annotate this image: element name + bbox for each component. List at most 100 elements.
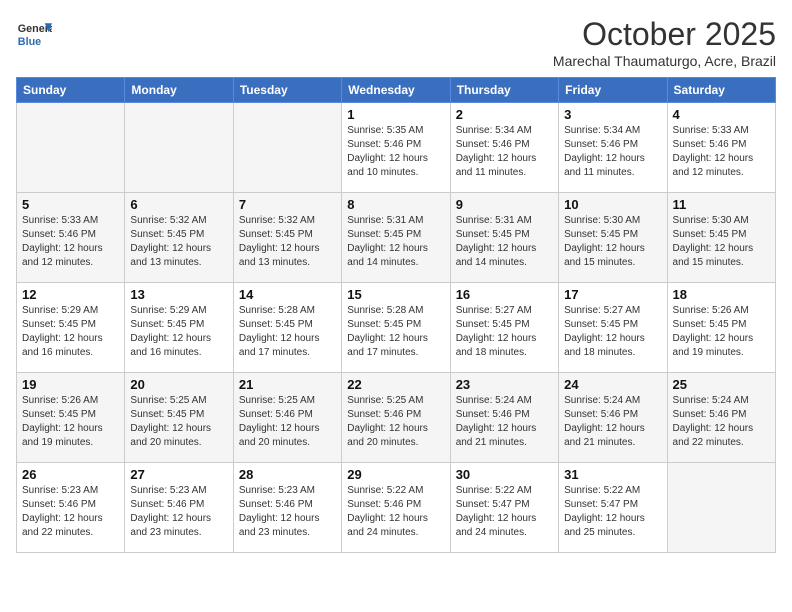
day-info: Sunrise: 5:22 AM Sunset: 5:46 PM Dayligh…: [347, 484, 444, 540]
day-number: 25: [673, 377, 770, 392]
day-number: 13: [130, 287, 227, 302]
day-number: 24: [564, 377, 661, 392]
day-info: Sunrise: 5:33 AM Sunset: 5:46 PM Dayligh…: [673, 124, 770, 180]
day-number: 23: [456, 377, 553, 392]
calendar-cell: 3Sunrise: 5:34 AM Sunset: 5:46 PM Daylig…: [559, 103, 667, 193]
day-info: Sunrise: 5:29 AM Sunset: 5:45 PM Dayligh…: [130, 304, 227, 360]
calendar-cell: 6Sunrise: 5:32 AM Sunset: 5:45 PM Daylig…: [125, 193, 233, 283]
day-info: Sunrise: 5:34 AM Sunset: 5:46 PM Dayligh…: [564, 124, 661, 180]
day-info: Sunrise: 5:22 AM Sunset: 5:47 PM Dayligh…: [456, 484, 553, 540]
calendar-cell: 15 Sunrise: 5:28 AM Sunset: 5:45 PM Dayli…: [342, 283, 450, 373]
day-info: Sunrise: 5:24 AM Sunset: 5:46 PM Dayligh…: [673, 394, 770, 450]
calendar-cell: 10 Sunrise: 5:30 AM Sunset: 5:45 PM Dayli…: [559, 193, 667, 283]
day-number: 15: [347, 287, 444, 302]
day-info: Sunrise: 5:30 AM Sunset: 5:45 PM Dayligh…: [673, 214, 770, 270]
day-info: Sunrise: 5:22 AM Sunset: 5:47 PM Dayligh…: [564, 484, 661, 540]
calendar-table: SundayMondayTuesdayWednesdayThursdayFrid…: [16, 77, 776, 553]
day-info: Sunrise: 5:25 AM Sunset: 5:46 PM Dayligh…: [347, 394, 444, 450]
calendar-cell: 2Sunrise: 5:34 AM Sunset: 5:46 PM Daylig…: [450, 103, 558, 193]
day-info: Sunrise: 5:27 AM Sunset: 5:45 PM Dayligh…: [456, 304, 553, 360]
day-info: Sunrise: 5:24 AM Sunset: 5:46 PM Dayligh…: [564, 394, 661, 450]
page-header: General Blue October 2025 Marechal Thaum…: [16, 16, 776, 69]
calendar-row-4: 26 Sunrise: 5:23 AM Sunset: 5:46 PM Dayli…: [17, 463, 776, 553]
day-number: 2: [456, 107, 553, 122]
day-number: 22: [347, 377, 444, 392]
calendar-cell: 11 Sunrise: 5:30 AM Sunset: 5:45 PM Dayli…: [667, 193, 775, 283]
calendar-cell: [17, 103, 125, 193]
day-info: Sunrise: 5:32 AM Sunset: 5:45 PM Dayligh…: [239, 214, 336, 270]
calendar-cell: 4 Sunrise: 5:33 AM Sunset: 5:46 PM Daylig…: [667, 103, 775, 193]
day-number: 10: [564, 197, 661, 212]
day-number: 20: [130, 377, 227, 392]
calendar-cell: 31Sunrise: 5:22 AM Sunset: 5:47 PM Dayli…: [559, 463, 667, 553]
day-info: Sunrise: 5:30 AM Sunset: 5:45 PM Dayligh…: [564, 214, 661, 270]
location-subtitle: Marechal Thaumaturgo, Acre, Brazil: [553, 53, 776, 69]
calendar-cell: 8Sunrise: 5:31 AM Sunset: 5:45 PM Daylig…: [342, 193, 450, 283]
day-number: 18: [673, 287, 770, 302]
calendar-cell: 22 Sunrise: 5:25 AM Sunset: 5:46 PM Dayli…: [342, 373, 450, 463]
calendar-cell: 23 Sunrise: 5:24 AM Sunset: 5:46 PM Dayli…: [450, 373, 558, 463]
calendar-cell: [667, 463, 775, 553]
calendar-row-2: 12 Sunrise: 5:29 AM Sunset: 5:45 PM Dayli…: [17, 283, 776, 373]
calendar-cell: 21 Sunrise: 5:25 AM Sunset: 5:46 PM Dayli…: [233, 373, 341, 463]
day-number: 21: [239, 377, 336, 392]
calendar-cell: 20 Sunrise: 5:25 AM Sunset: 5:45 PM Dayli…: [125, 373, 233, 463]
day-number: 30: [456, 467, 553, 482]
weekday-header-friday: Friday: [559, 78, 667, 103]
calendar-cell: 13 Sunrise: 5:29 AM Sunset: 5:45 PM Dayli…: [125, 283, 233, 373]
svg-text:Blue: Blue: [18, 36, 41, 48]
calendar-cell: 14 Sunrise: 5:28 AM Sunset: 5:45 PM Dayli…: [233, 283, 341, 373]
day-number: 14: [239, 287, 336, 302]
day-number: 12: [22, 287, 119, 302]
day-number: 28: [239, 467, 336, 482]
calendar-cell: 30 Sunrise: 5:22 AM Sunset: 5:47 PM Dayli…: [450, 463, 558, 553]
day-number: 27: [130, 467, 227, 482]
weekday-header-thursday: Thursday: [450, 78, 558, 103]
day-number: 4: [673, 107, 770, 122]
month-title: October 2025: [553, 16, 776, 53]
calendar-cell: [233, 103, 341, 193]
day-info: Sunrise: 5:26 AM Sunset: 5:45 PM Dayligh…: [673, 304, 770, 360]
logo-icon: General Blue: [16, 16, 52, 52]
day-info: Sunrise: 5:25 AM Sunset: 5:46 PM Dayligh…: [239, 394, 336, 450]
day-info: Sunrise: 5:31 AM Sunset: 5:45 PM Dayligh…: [347, 214, 444, 270]
day-number: 5: [22, 197, 119, 212]
calendar-cell: 16Sunrise: 5:27 AM Sunset: 5:45 PM Dayli…: [450, 283, 558, 373]
weekday-header-monday: Monday: [125, 78, 233, 103]
calendar-cell: 29Sunrise: 5:22 AM Sunset: 5:46 PM Dayli…: [342, 463, 450, 553]
calendar-cell: 25 Sunrise: 5:24 AM Sunset: 5:46 PM Dayli…: [667, 373, 775, 463]
title-section: October 2025 Marechal Thaumaturgo, Acre,…: [553, 16, 776, 69]
calendar-cell: [125, 103, 233, 193]
day-number: 7: [239, 197, 336, 212]
calendar-cell: 1Sunrise: 5:35 AM Sunset: 5:46 PM Daylig…: [342, 103, 450, 193]
day-info: Sunrise: 5:29 AM Sunset: 5:45 PM Dayligh…: [22, 304, 119, 360]
day-number: 6: [130, 197, 227, 212]
calendar-row-0: 1Sunrise: 5:35 AM Sunset: 5:46 PM Daylig…: [17, 103, 776, 193]
calendar-row-3: 19Sunrise: 5:26 AM Sunset: 5:45 PM Dayli…: [17, 373, 776, 463]
day-info: Sunrise: 5:23 AM Sunset: 5:46 PM Dayligh…: [22, 484, 119, 540]
weekday-header-saturday: Saturday: [667, 78, 775, 103]
calendar-cell: 24 Sunrise: 5:24 AM Sunset: 5:46 PM Dayli…: [559, 373, 667, 463]
calendar-cell: 5 Sunrise: 5:33 AM Sunset: 5:46 PM Daylig…: [17, 193, 125, 283]
weekday-header-tuesday: Tuesday: [233, 78, 341, 103]
day-number: 19: [22, 377, 119, 392]
calendar-cell: 19Sunrise: 5:26 AM Sunset: 5:45 PM Dayli…: [17, 373, 125, 463]
weekday-header-sunday: Sunday: [17, 78, 125, 103]
day-info: Sunrise: 5:25 AM Sunset: 5:45 PM Dayligh…: [130, 394, 227, 450]
calendar-cell: 28Sunrise: 5:23 AM Sunset: 5:46 PM Dayli…: [233, 463, 341, 553]
day-number: 17: [564, 287, 661, 302]
calendar-cell: 18 Sunrise: 5:26 AM Sunset: 5:45 PM Dayli…: [667, 283, 775, 373]
calendar-cell: 27 Sunrise: 5:23 AM Sunset: 5:46 PM Dayli…: [125, 463, 233, 553]
day-info: Sunrise: 5:28 AM Sunset: 5:45 PM Dayligh…: [347, 304, 444, 360]
day-info: Sunrise: 5:28 AM Sunset: 5:45 PM Dayligh…: [239, 304, 336, 360]
day-info: Sunrise: 5:33 AM Sunset: 5:46 PM Dayligh…: [22, 214, 119, 270]
day-number: 9: [456, 197, 553, 212]
day-number: 11: [673, 197, 770, 212]
day-info: Sunrise: 5:24 AM Sunset: 5:46 PM Dayligh…: [456, 394, 553, 450]
calendar-cell: 9 Sunrise: 5:31 AM Sunset: 5:45 PM Daylig…: [450, 193, 558, 283]
day-info: Sunrise: 5:35 AM Sunset: 5:46 PM Dayligh…: [347, 124, 444, 180]
day-info: Sunrise: 5:31 AM Sunset: 5:45 PM Dayligh…: [456, 214, 553, 270]
day-info: Sunrise: 5:23 AM Sunset: 5:46 PM Dayligh…: [130, 484, 227, 540]
day-number: 26: [22, 467, 119, 482]
day-info: Sunrise: 5:27 AM Sunset: 5:45 PM Dayligh…: [564, 304, 661, 360]
